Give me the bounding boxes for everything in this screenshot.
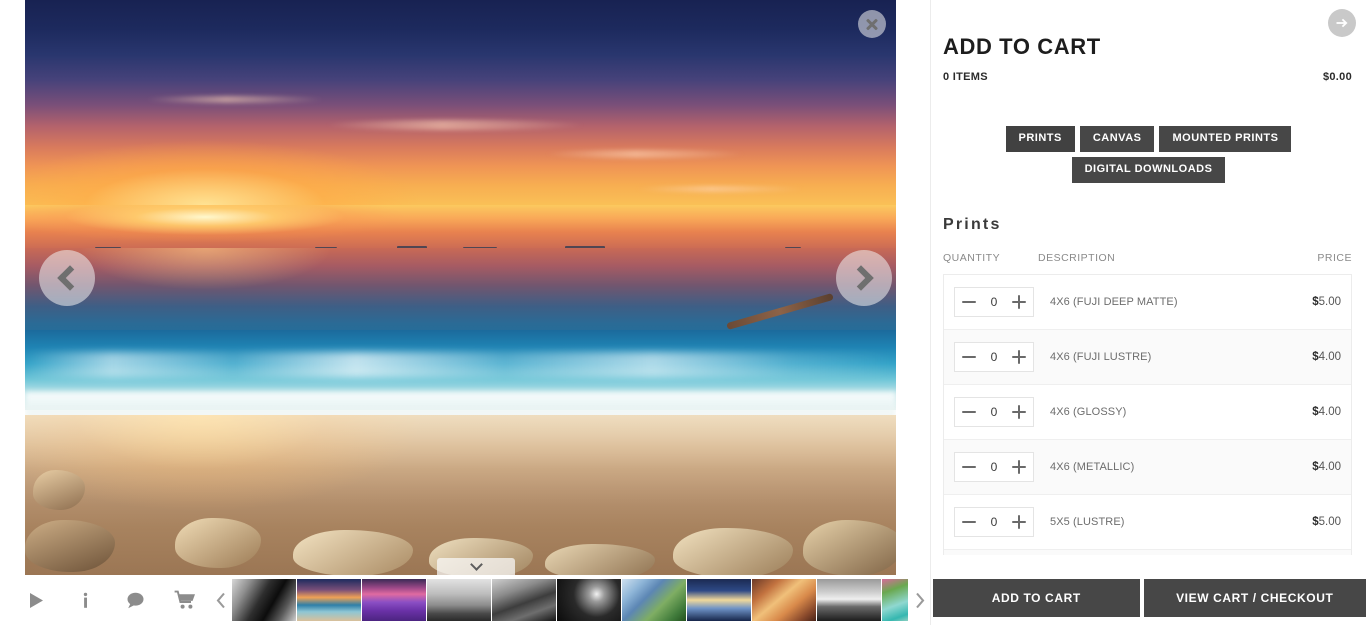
quantity-value[interactable]: 0 bbox=[983, 350, 1005, 364]
product-description: 4X6 (FUJI DEEP MATTE) bbox=[1050, 296, 1178, 308]
cart-summary: 0 ITEMS $0.00 bbox=[943, 71, 1352, 83]
thumb-lavender-field[interactable] bbox=[362, 579, 426, 621]
thumb-slot-canyon-bw[interactable] bbox=[232, 579, 296, 621]
page-title: ADD TO CART bbox=[943, 34, 1101, 59]
table-row-partial bbox=[944, 550, 1351, 555]
close-x-glyph bbox=[865, 17, 879, 31]
tab-mounted-prints[interactable]: MOUNTED PRINTS bbox=[1159, 126, 1292, 152]
product-type-tabs: PRINTS CANVAS MOUNTED PRINTS DIGITAL DOW… bbox=[931, 126, 1366, 183]
thumb-cave-bw[interactable] bbox=[557, 579, 621, 621]
viewer-bottom-bar bbox=[0, 575, 930, 625]
decrease-quantity-button[interactable] bbox=[962, 460, 976, 474]
increase-quantity-button[interactable] bbox=[1012, 405, 1026, 419]
column-header-quantity: QUANTITY bbox=[943, 252, 1001, 264]
scroll-thumbnails-right-button[interactable] bbox=[908, 575, 930, 625]
table-row: 0 4X6 (METALLIC) $4.00 bbox=[944, 440, 1351, 495]
thumb-beach-sunset[interactable] bbox=[297, 579, 361, 621]
table-header: QUANTITY DESCRIPTION PRICE bbox=[943, 252, 1352, 264]
quantity-stepper[interactable]: 0 bbox=[954, 507, 1034, 537]
tab-prints[interactable]: PRINTS bbox=[1005, 126, 1075, 152]
quantity-value[interactable]: 0 bbox=[983, 405, 1005, 419]
main-photo[interactable] bbox=[25, 0, 896, 575]
thumb-yosemite-bw[interactable] bbox=[492, 579, 556, 621]
chevron-left-icon bbox=[57, 265, 83, 291]
thumb-pier-bw[interactable] bbox=[427, 579, 491, 621]
add-to-cart-panel: ADD TO CART 0 ITEMS $0.00 PRINTS CANVAS … bbox=[930, 0, 1366, 625]
section-title: Prints bbox=[943, 216, 1002, 233]
increase-quantity-button[interactable] bbox=[1012, 515, 1026, 529]
product-price: $4.00 bbox=[1279, 406, 1341, 418]
cart-icon[interactable] bbox=[160, 575, 210, 625]
table-row: 0 5X5 (LUSTRE) $5.00 bbox=[944, 495, 1351, 550]
add-to-cart-button[interactable]: ADD TO CART bbox=[933, 579, 1140, 617]
scroll-thumbnails-left-button[interactable] bbox=[210, 575, 232, 625]
thumb-antelope-canyon[interactable] bbox=[752, 579, 816, 621]
next-photo-button[interactable] bbox=[836, 250, 892, 306]
previous-photo-button[interactable] bbox=[39, 250, 95, 306]
product-price: $5.00 bbox=[1279, 516, 1341, 528]
quantity-stepper[interactable]: 0 bbox=[954, 287, 1034, 317]
thumb-waterfall-turquoise[interactable] bbox=[882, 579, 908, 621]
viewer-toolbar bbox=[0, 575, 210, 625]
price-amount: 4.00 bbox=[1318, 461, 1341, 473]
product-price: $4.00 bbox=[1279, 461, 1341, 473]
info-icon[interactable] bbox=[60, 575, 110, 625]
thumb-harbor-night[interactable] bbox=[687, 579, 751, 621]
thumbnail-strip[interactable] bbox=[232, 575, 908, 625]
product-options-table[interactable]: 0 4X6 (FUJI DEEP MATTE) $5.00 0 4X6 (FUJ… bbox=[943, 274, 1352, 555]
product-description: 5X5 (LUSTRE) bbox=[1050, 516, 1125, 528]
product-description: 4X6 (FUJI LUSTRE) bbox=[1050, 351, 1152, 363]
hero-photo-image bbox=[25, 0, 896, 575]
product-description: 4X6 (METALLIC) bbox=[1050, 461, 1135, 473]
price-amount: 5.00 bbox=[1318, 296, 1341, 308]
decrease-quantity-button[interactable] bbox=[962, 405, 976, 419]
price-amount: 4.00 bbox=[1318, 351, 1341, 363]
cart-items-count: 0 ITEMS bbox=[943, 71, 988, 83]
product-price: $5.00 bbox=[1279, 296, 1341, 308]
thumb-stormy-beach-bw[interactable] bbox=[817, 579, 881, 621]
view-cart-checkout-button[interactable]: VIEW CART / CHECKOUT bbox=[1143, 579, 1366, 617]
product-description: 4X6 (GLOSSY) bbox=[1050, 406, 1127, 418]
tab-digital-downloads[interactable]: DIGITAL DOWNLOADS bbox=[1071, 157, 1226, 183]
table-row: 0 4X6 (GLOSSY) $4.00 bbox=[944, 385, 1351, 440]
quantity-value[interactable]: 0 bbox=[983, 460, 1005, 474]
close-icon[interactable] bbox=[858, 10, 886, 38]
quantity-value[interactable]: 0 bbox=[983, 515, 1005, 529]
tab-canvas[interactable]: CANVAS bbox=[1079, 126, 1155, 152]
price-amount: 4.00 bbox=[1318, 406, 1341, 418]
increase-quantity-button[interactable] bbox=[1012, 350, 1026, 364]
chevron-down-icon bbox=[469, 558, 483, 571]
product-price: $4.00 bbox=[1279, 351, 1341, 363]
next-arrow-icon[interactable] bbox=[1328, 9, 1356, 37]
thumb-city-skyline-green[interactable] bbox=[622, 579, 686, 621]
decrease-quantity-button[interactable] bbox=[962, 350, 976, 364]
table-row: 0 4X6 (FUJI DEEP MATTE) $5.00 bbox=[944, 275, 1351, 330]
lightbox-app: ADD TO CART 0 ITEMS $0.00 PRINTS CANVAS … bbox=[0, 0, 1366, 625]
column-header-price: PRICE bbox=[1317, 252, 1352, 264]
slideshow-icon[interactable] bbox=[10, 575, 60, 625]
cart-action-bar: ADD TO CART VIEW CART / CHECKOUT bbox=[933, 579, 1366, 617]
chevron-right-icon bbox=[848, 265, 874, 291]
quantity-stepper[interactable]: 0 bbox=[954, 397, 1034, 427]
decrease-quantity-button[interactable] bbox=[962, 295, 976, 309]
quantity-value[interactable]: 0 bbox=[983, 295, 1005, 309]
quantity-stepper[interactable]: 0 bbox=[954, 342, 1034, 372]
price-amount: 5.00 bbox=[1318, 516, 1341, 528]
photo-viewer bbox=[0, 0, 930, 625]
table-row: 0 4X6 (FUJI LUSTRE) $4.00 bbox=[944, 330, 1351, 385]
quantity-stepper[interactable]: 0 bbox=[954, 452, 1034, 482]
panel-toggle-tab[interactable] bbox=[437, 558, 515, 575]
increase-quantity-button[interactable] bbox=[1012, 295, 1026, 309]
comment-icon[interactable] bbox=[110, 575, 160, 625]
column-header-description: DESCRIPTION bbox=[1038, 252, 1116, 264]
increase-quantity-button[interactable] bbox=[1012, 460, 1026, 474]
cart-total: $0.00 bbox=[1322, 71, 1352, 83]
decrease-quantity-button[interactable] bbox=[962, 515, 976, 529]
